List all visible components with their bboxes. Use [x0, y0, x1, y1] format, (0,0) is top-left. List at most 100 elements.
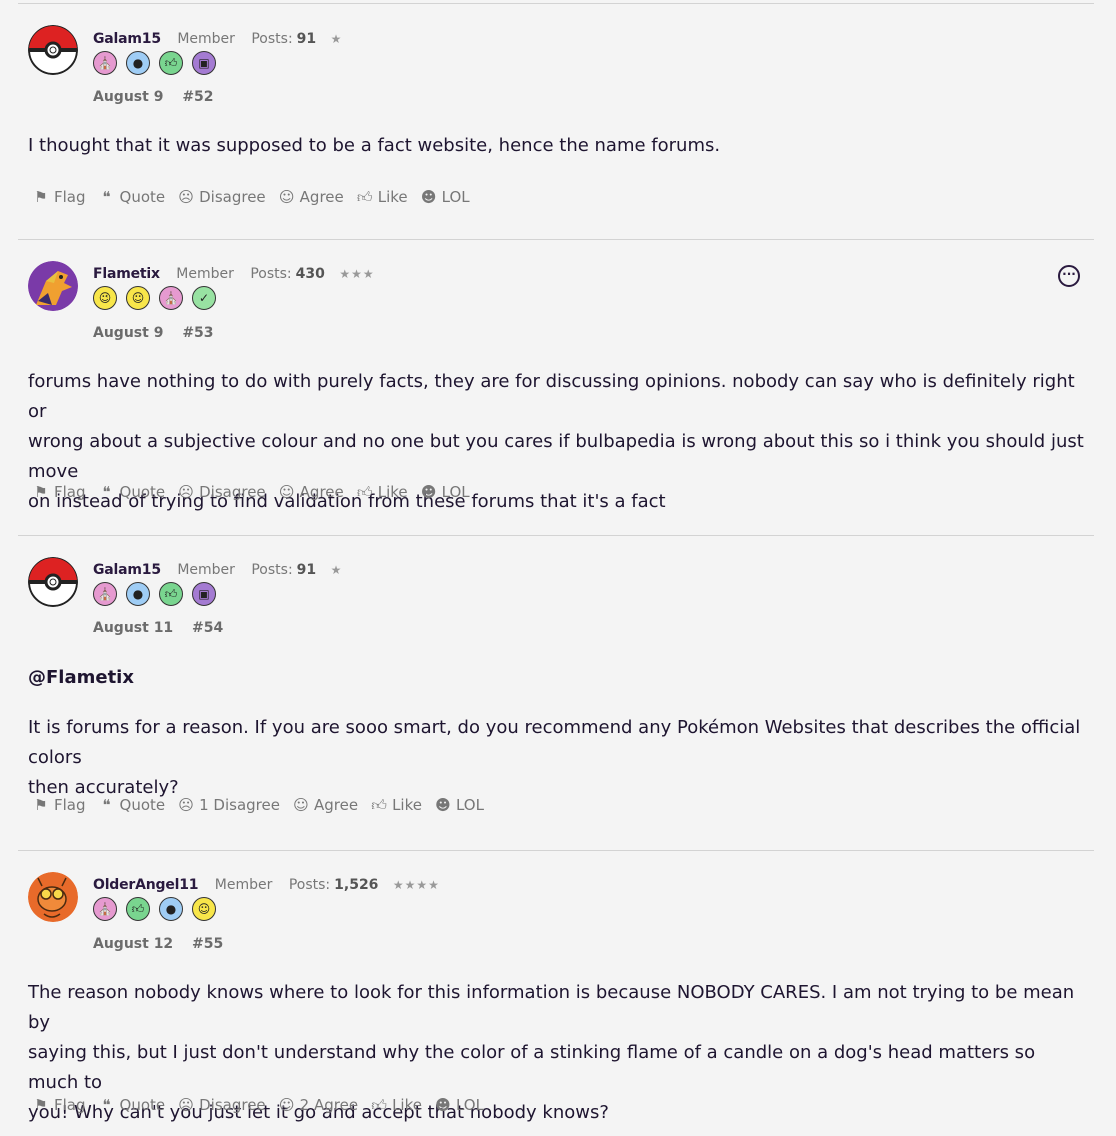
lol-button[interactable]: ☻ LOL — [420, 188, 470, 206]
thumbs-up-icon[interactable]: 👍︎ — [159, 51, 183, 75]
post-date[interactable]: August 12 — [93, 936, 173, 952]
agree-button[interactable]: ☺ Agree — [292, 796, 358, 814]
lol-button[interactable]: ☻ LOL — [434, 796, 484, 814]
post-date[interactable]: August 11 — [93, 620, 173, 636]
username[interactable]: Galam15 — [93, 31, 161, 47]
agree-label: Agree — [299, 483, 344, 501]
user-info: OlderAngel11 Member Posts: 1,526 ★★★★ — [93, 877, 440, 893]
frown-icon: ☹ — [178, 1096, 194, 1114]
user-title: Member — [177, 562, 235, 578]
agree-button[interactable]: ☺ 2 Agree — [278, 1096, 358, 1114]
disagree-button[interactable]: ☹ 1 Disagree — [177, 796, 280, 814]
quote-button[interactable]: ❝ Quote — [98, 483, 166, 501]
like-label: Like — [392, 796, 422, 814]
quote-icon: ❝ — [102, 483, 111, 501]
disagree-button[interactable]: ☹ Disagree — [177, 188, 266, 206]
avatar[interactable] — [28, 261, 78, 311]
notebook-icon[interactable]: ▣ — [192, 51, 216, 75]
thumbs-up-icon[interactable]: 👍︎ — [159, 582, 183, 606]
thumbs-up-icon: 👍︎ — [356, 188, 373, 206]
post-date[interactable]: August 9 — [93, 89, 163, 105]
post-number[interactable]: #55 — [192, 936, 223, 952]
flag-button[interactable]: ⚑ Flag — [32, 1096, 85, 1114]
agree-label: Agree — [313, 796, 359, 814]
flag-icon: ⚑ — [34, 188, 48, 206]
thumbs-up-icon[interactable]: 👍︎ — [126, 897, 150, 921]
posts-count: 91 — [296, 31, 317, 47]
flag-button[interactable]: ⚑ Flag — [32, 188, 86, 206]
cake-icon[interactable]: ⛪ — [159, 286, 183, 310]
check-icon[interactable]: ✓ — [192, 286, 216, 310]
like-button[interactable]: 👍︎ Like — [356, 483, 408, 501]
post-meta: August 11 #54 — [93, 620, 223, 636]
rank-stars: ★★★ — [339, 267, 375, 281]
lol-label: LOL — [441, 188, 470, 206]
speech-bubble-icon[interactable]: ● — [126, 582, 150, 606]
quote-label: Quote — [119, 483, 166, 501]
lol-button[interactable]: ☻ LOL — [420, 483, 470, 501]
lol-label: LOL — [441, 483, 470, 501]
pokeball-icon — [28, 557, 78, 607]
disagree-label: Disagree — [199, 188, 266, 206]
post-text-line: saying this, but I just don't understand… — [28, 1042, 1036, 1093]
agree-button[interactable]: ☺ Agree — [278, 188, 344, 206]
flag-button[interactable]: ⚑ Flag — [32, 483, 85, 501]
cake-icon[interactable]: ⛪ — [93, 897, 117, 921]
notebook-icon[interactable]: ▣ — [192, 582, 216, 606]
post-text-line: I thought that it was supposed to be a f… — [28, 135, 721, 156]
cake-icon[interactable]: ⛪ — [93, 582, 117, 606]
lol-button[interactable]: ☻ LOL — [434, 1096, 484, 1114]
lol-label: LOL — [455, 796, 484, 814]
smile-face-icon[interactable]: ☺ — [192, 897, 216, 921]
quote-button[interactable]: ❝ Quote — [98, 796, 165, 814]
post-number[interactable]: #53 — [182, 325, 213, 341]
user-mention[interactable]: @Flametix — [28, 663, 1088, 693]
post-number[interactable]: #54 — [192, 620, 223, 636]
avatar[interactable] — [28, 557, 78, 607]
post-actions: ⚑ Flag ❝ Quote ☹ 1 Disagree ☺ Agree 👍︎ Like ☻… — [32, 796, 496, 814]
posts-label: Posts: — [288, 877, 331, 893]
post-actions: ⚑ Flag ❝ Quote ☹ Disagree ☺ 2 Agree 👍︎ Like ☻… — [32, 1096, 496, 1114]
quote-icon: ❝ — [102, 188, 111, 206]
quote-icon: ❝ — [102, 796, 111, 814]
like-label: Like — [377, 483, 408, 501]
quote-label: Quote — [119, 188, 166, 206]
speech-bubble-icon[interactable]: ● — [126, 51, 150, 75]
post-text-line: The reason nobody knows where to look fo… — [28, 982, 1075, 1033]
flag-icon: ⚑ — [34, 1096, 48, 1114]
wink-face-icon[interactable]: 😉︎ — [93, 286, 117, 310]
smile-face-icon[interactable]: ☺ — [126, 286, 150, 310]
avatar[interactable] — [28, 872, 78, 922]
like-button[interactable]: 👍︎ Like — [370, 796, 422, 814]
flag-button[interactable]: ⚑ Flag — [32, 796, 85, 814]
disagree-button[interactable]: ☹ Disagree — [177, 1096, 265, 1114]
rank-stars: ★★★★ — [392, 878, 440, 892]
thumbs-up-icon: 👍︎ — [371, 1096, 387, 1114]
rank-stars: ★ — [330, 32, 343, 46]
post-date[interactable]: August 9 — [93, 325, 163, 341]
posts-count: 91 — [296, 562, 317, 578]
cake-icon[interactable]: ⛪ — [93, 51, 117, 75]
ellipsis-circle-icon[interactable]: ··· — [1058, 265, 1080, 287]
agree-button[interactable]: ☺ Agree — [278, 483, 344, 501]
like-button[interactable]: 👍︎ Like — [356, 188, 408, 206]
disagree-button[interactable]: ☹ Disagree — [177, 483, 265, 501]
username[interactable]: OlderAngel11 — [93, 877, 199, 893]
smile-icon: ☺ — [278, 188, 295, 206]
like-label: Like — [377, 188, 408, 206]
user-title: Member — [214, 877, 273, 893]
agree-label: Agree — [299, 188, 344, 206]
like-button[interactable]: 👍︎ Like — [370, 1096, 422, 1114]
pokeball-icon — [28, 25, 78, 75]
post-number[interactable]: #52 — [182, 89, 213, 105]
speech-bubble-icon[interactable]: ● — [159, 897, 183, 921]
quote-label: Quote — [119, 1096, 166, 1114]
thumbs-up-icon: 👍︎ — [371, 796, 387, 814]
flag-label: Flag — [54, 188, 86, 206]
disagree-label: 1 Disagree — [199, 796, 280, 814]
quote-button[interactable]: ❝ Quote — [98, 188, 166, 206]
quote-button[interactable]: ❝ Quote — [98, 1096, 166, 1114]
username[interactable]: Flametix — [93, 266, 160, 282]
avatar[interactable] — [28, 25, 78, 75]
username[interactable]: Galam15 — [93, 562, 161, 578]
